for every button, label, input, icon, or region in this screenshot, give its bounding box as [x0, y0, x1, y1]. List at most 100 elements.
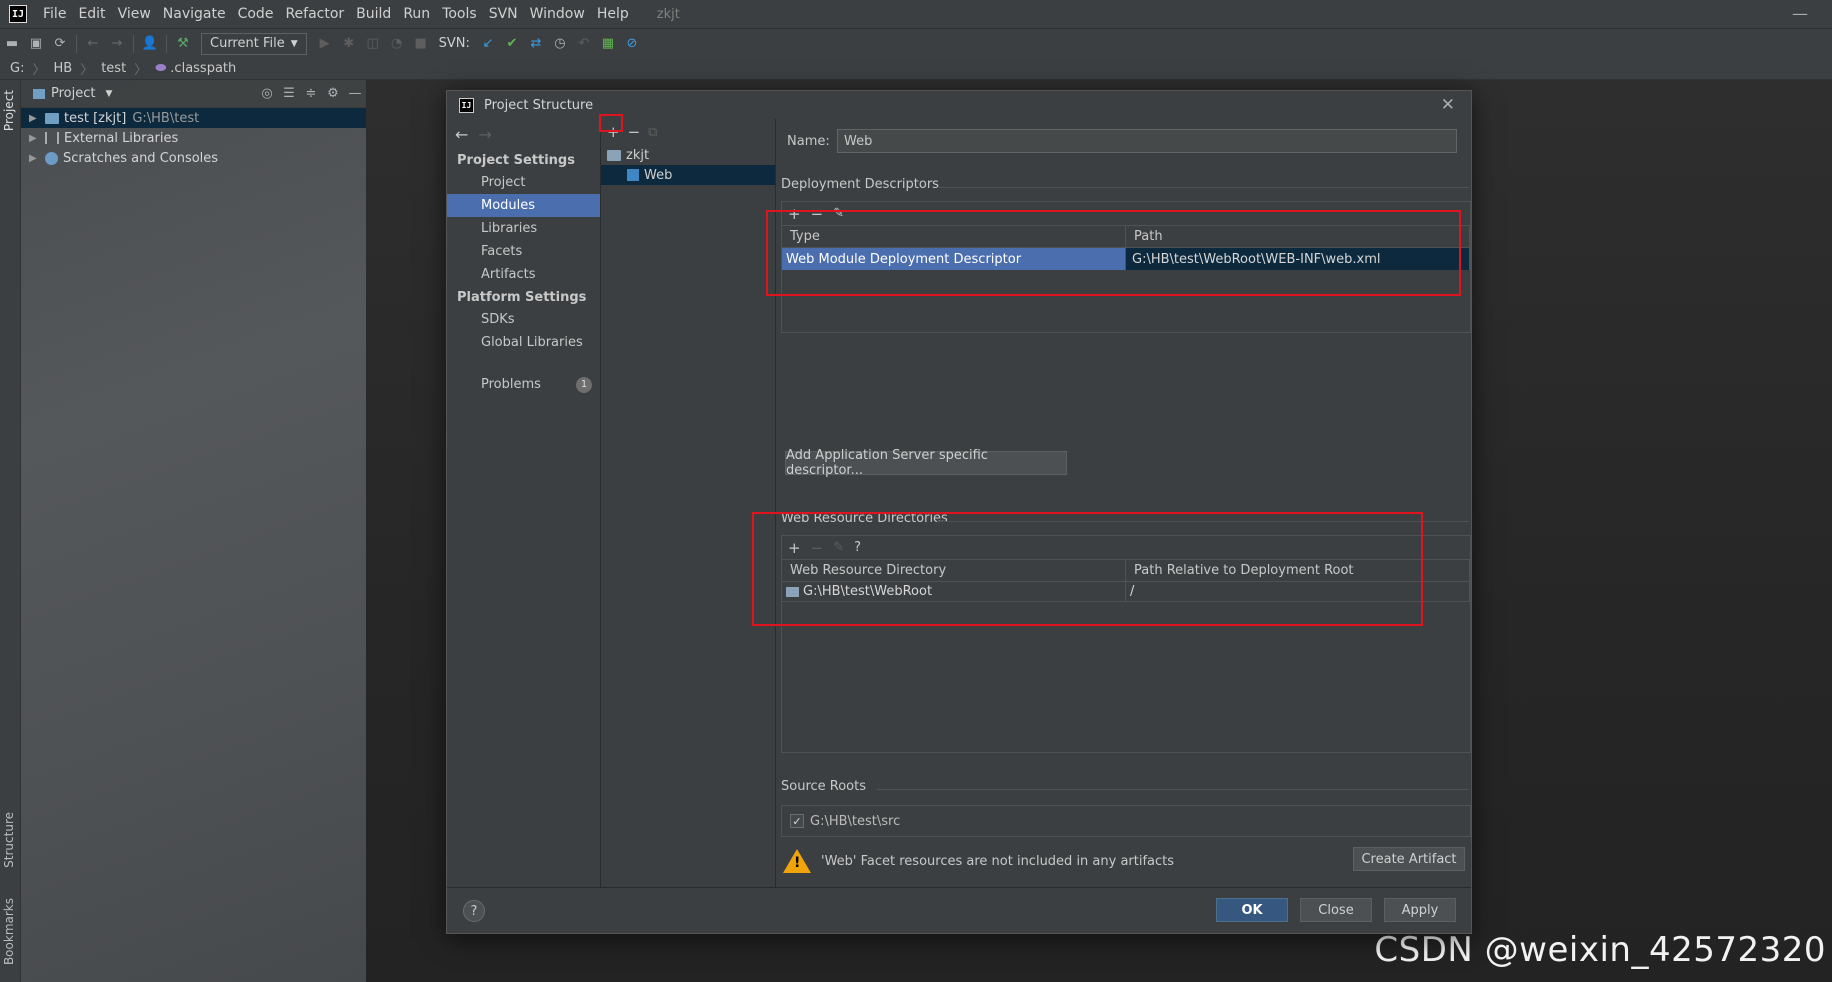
add-icon[interactable]: +: [788, 539, 801, 557]
create-artifact-button[interactable]: Create Artifact: [1353, 847, 1465, 871]
menu-window[interactable]: Window: [524, 6, 591, 22]
menu-view[interactable]: View: [112, 6, 157, 22]
add-icon[interactable]: +: [788, 205, 801, 223]
menu-code[interactable]: Code: [232, 6, 280, 22]
remove-icon[interactable]: −: [628, 123, 641, 141]
menu-file[interactable]: File: [37, 6, 72, 22]
wr-column-relative-path[interactable]: Path Relative to Deployment Root: [1126, 560, 1470, 581]
module-tree-web-facet[interactable]: Web: [601, 165, 775, 185]
menu-edit[interactable]: Edit: [72, 6, 111, 22]
nav-item-artifacts[interactable]: Artifacts: [447, 263, 600, 286]
wr-relative-cell[interactable]: /: [1126, 582, 1470, 601]
toolbar-separator: [133, 34, 134, 53]
vcs-user-icon[interactable]: 👤: [138, 33, 162, 55]
gear-icon[interactable]: ⚙: [322, 86, 344, 101]
dd-type-cell[interactable]: Web Module Deployment Descriptor: [782, 248, 1126, 270]
run-icon[interactable]: ▶: [313, 33, 337, 55]
add-server-descriptor-button[interactable]: Add Application Server specific descript…: [785, 448, 1067, 478]
copy-icon[interactable]: ⧉: [648, 125, 657, 140]
add-icon[interactable]: +: [607, 123, 620, 141]
save-all-icon[interactable]: ▣: [24, 33, 48, 55]
wr-directory-cell[interactable]: G:\HB\test\WebRoot: [782, 582, 1126, 601]
help-button[interactable]: ?: [463, 900, 485, 922]
forward-arrow-icon[interactable]: →: [478, 125, 491, 144]
close-icon[interactable]: ✕: [1441, 95, 1455, 115]
minimize-window-button[interactable]: —: [1792, 4, 1808, 23]
expand-all-icon[interactable]: ☰: [278, 86, 300, 101]
source-root-checkbox[interactable]: ✓: [790, 814, 804, 828]
stop-icon[interactable]: ■: [409, 33, 433, 55]
sync-icon[interactable]: ⟳: [48, 33, 72, 55]
tree-item-project-root[interactable]: ▶ test [zkjt] G:\HB\test: [21, 108, 366, 128]
menu-help[interactable]: Help: [591, 6, 635, 22]
group-divider: [937, 521, 1469, 522]
project-panel-title[interactable]: Project: [51, 86, 95, 101]
profile-icon[interactable]: ◔: [385, 33, 409, 55]
dd-column-type[interactable]: Type: [782, 226, 1126, 247]
svn-merge-icon[interactable]: ⇄: [524, 33, 548, 55]
forward-icon[interactable]: →: [105, 33, 129, 55]
help-question-icon[interactable]: ?: [854, 540, 861, 555]
nav-item-facets[interactable]: Facets: [447, 240, 600, 263]
menu-tools[interactable]: Tools: [436, 6, 483, 22]
svn-changes-icon[interactable]: ▦: [596, 33, 620, 55]
breadcrumb-file-classpath[interactable]: .classpath: [170, 61, 240, 76]
table-row[interactable]: G:\HB\test\WebRoot /: [782, 582, 1470, 602]
tool-tab-project[interactable]: Project: [2, 90, 16, 131]
menu-refactor[interactable]: Refactor: [279, 6, 350, 22]
edit-pencil-icon[interactable]: ✎: [833, 206, 844, 221]
module-tree-root[interactable]: zkjt: [601, 145, 775, 165]
svn-update-icon[interactable]: ↙: [476, 33, 500, 55]
nav-item-sdks[interactable]: SDKs: [447, 308, 600, 331]
menu-build[interactable]: Build: [350, 6, 397, 22]
dd-path-cell[interactable]: G:\HB\test\WebRoot\WEB-INF\web.xml: [1126, 248, 1470, 270]
run-configuration-select[interactable]: Current File ▼: [201, 32, 307, 55]
remove-icon[interactable]: −: [811, 205, 824, 223]
module-tree-panel: + − ⧉ zkjt Web: [601, 119, 776, 887]
chevron-down-icon[interactable]: ▼: [105, 89, 112, 99]
nav-item-libraries[interactable]: Libraries: [447, 217, 600, 240]
svn-commit-icon[interactable]: ✔: [500, 33, 524, 55]
coverage-icon[interactable]: ◫: [361, 33, 385, 55]
menu-navigate[interactable]: Navigate: [157, 6, 232, 22]
tree-item-scratches[interactable]: ▶ Scratches and Consoles: [21, 148, 366, 168]
nav-item-problems[interactable]: Problems 1: [447, 373, 600, 396]
wr-column-directory[interactable]: Web Resource Directory: [782, 560, 1126, 581]
hide-panel-icon[interactable]: —: [344, 86, 366, 101]
dd-column-path[interactable]: Path: [1126, 226, 1470, 247]
nav-item-project[interactable]: Project: [447, 171, 600, 194]
svn-ignore-icon[interactable]: ⊘: [620, 33, 644, 55]
svn-history-icon[interactable]: ◷: [548, 33, 572, 55]
collapse-all-icon[interactable]: ≑: [300, 86, 322, 101]
nav-item-modules[interactable]: Modules: [447, 194, 600, 217]
svn-revert-icon[interactable]: ↶: [572, 33, 596, 55]
debug-icon[interactable]: ✱: [337, 33, 361, 55]
back-arrow-icon[interactable]: ←: [455, 125, 468, 144]
back-icon[interactable]: ←: [81, 33, 105, 55]
warning-text: 'Web' Facet resources are not included i…: [821, 853, 1175, 869]
table-row[interactable]: Web Module Deployment Descriptor G:\HB\t…: [782, 248, 1470, 270]
artifact-warning: ! 'Web' Facet resources are not included…: [783, 849, 1174, 873]
menu-run[interactable]: Run: [397, 6, 436, 22]
breadcrumb-drive[interactable]: G:: [0, 61, 28, 76]
chevron-right-icon[interactable]: ▶: [29, 153, 45, 164]
menu-svn[interactable]: SVN: [483, 6, 524, 22]
tree-item-external-libraries[interactable]: ▶ External Libraries: [21, 128, 366, 148]
tool-tab-bookmarks[interactable]: Bookmarks: [2, 898, 16, 965]
ok-button[interactable]: OK: [1216, 898, 1288, 922]
nav-item-global-libraries[interactable]: Global Libraries: [447, 331, 600, 354]
breadcrumb-folder-test[interactable]: test: [97, 61, 130, 76]
tool-tab-structure[interactable]: Structure: [2, 812, 16, 868]
close-button[interactable]: Close: [1300, 898, 1372, 922]
apply-button[interactable]: Apply: [1384, 898, 1456, 922]
project-panel-header: Project ▼ ◎ ☰ ≑ ⚙ —: [21, 80, 366, 108]
open-folder-icon[interactable]: ▬: [0, 33, 24, 55]
build-hammer-icon[interactable]: ⚒: [171, 33, 195, 55]
remove-icon[interactable]: −: [811, 539, 824, 557]
edit-pencil-icon[interactable]: ✎: [833, 540, 844, 555]
name-input[interactable]: [837, 129, 1457, 153]
chevron-right-icon[interactable]: ▶: [29, 133, 45, 144]
locate-icon[interactable]: ◎: [256, 86, 278, 101]
chevron-right-icon[interactable]: ▶: [29, 113, 45, 124]
breadcrumb-folder-hb[interactable]: HB: [49, 61, 76, 76]
